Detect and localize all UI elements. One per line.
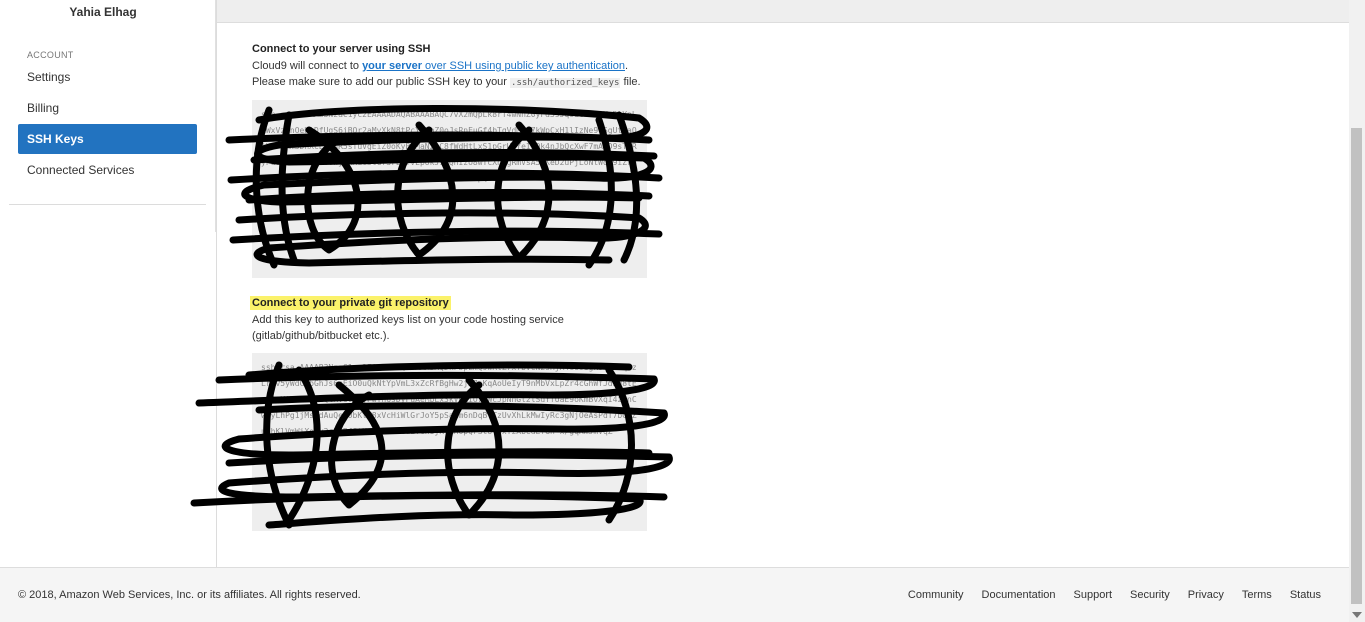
footer-link-terms[interactable]: Terms (1242, 589, 1272, 601)
ssh-link-bold: your server (362, 60, 422, 72)
footer-links: Community Documentation Support Security… (908, 589, 1321, 601)
ssh-line1-suffix: . (625, 60, 629, 72)
main-content: Connect to your server using SSH Cloud9 … (190, 0, 1349, 567)
page-scrollbar[interactable] (1349, 0, 1365, 622)
ssh-public-key-text: ssh-rsa AAAAB3NzaC1yc2EAAAADAQABAAABAQC7… (261, 110, 637, 183)
user-name: Yahia Elhag (69, 5, 137, 19)
ssh-description-line-1: Cloud9 will connect to your server over … (252, 58, 628, 74)
ssh-line1-prefix: Cloud9 will connect to (252, 60, 363, 72)
git-public-key-text: ssh-rsa AAAAB3NzaC1yc2EAAAADAQABAAABAQDk… (261, 363, 637, 436)
sidebar: Yahia Elhag ACCOUNT Settings Billing SSH… (0, 0, 216, 567)
sidebar-item-ssh-keys[interactable]: SSH Keys (18, 124, 197, 154)
ssh-line2-suffix: file. (620, 76, 641, 88)
scrollbar-thumb[interactable] (1351, 128, 1362, 604)
top-bar (217, 0, 1349, 23)
ssh-link-rest: over SSH using public key authentication (422, 60, 626, 72)
footer: © 2018, Amazon Web Services, Inc. or its… (0, 567, 1349, 622)
sidebar-item-settings[interactable]: Settings (18, 62, 197, 92)
scroll-down-arrow-icon[interactable] (1352, 612, 1362, 618)
copyright-text: © 2018, Amazon Web Services, Inc. or its… (18, 589, 361, 601)
git-section-title: Connect to your private git repository (250, 296, 451, 310)
footer-link-security[interactable]: Security (1130, 589, 1170, 601)
ssh-description-line-2: Please make sure to add our public SSH k… (252, 74, 641, 91)
authorized-keys-path: .ssh/authorized_keys (510, 78, 621, 88)
footer-link-status[interactable]: Status (1290, 589, 1321, 601)
sidebar-item-connected-services[interactable]: Connected Services (18, 155, 197, 185)
git-description-line-2: (gitlab/github/bitbucket etc.). (252, 330, 390, 342)
ssh-public-key-box[interactable]: ssh-rsa AAAAB3NzaC1yc2EAAAADAQABAAABAQC7… (252, 100, 647, 278)
ssh-line2-prefix: Please make sure to add our public SSH k… (252, 76, 511, 88)
footer-link-community[interactable]: Community (908, 589, 964, 601)
ssh-public-key-auth-link[interactable]: your server over SSH using public key au… (362, 60, 625, 72)
ssh-section-title: Connect to your server using SSH (252, 43, 431, 55)
footer-link-privacy[interactable]: Privacy (1188, 589, 1224, 601)
git-public-key-box[interactable]: ssh-rsa AAAAB3NzaC1yc2EAAAADAQABAAABAQDk… (252, 353, 647, 531)
sidebar-divider (9, 204, 206, 205)
footer-link-support[interactable]: Support (1074, 589, 1113, 601)
account-section-label: ACCOUNT (27, 50, 74, 60)
sidebar-item-billing[interactable]: Billing (18, 93, 197, 123)
git-description-line-1: Add this key to authorized keys list on … (252, 314, 564, 326)
footer-link-documentation[interactable]: Documentation (982, 589, 1056, 601)
